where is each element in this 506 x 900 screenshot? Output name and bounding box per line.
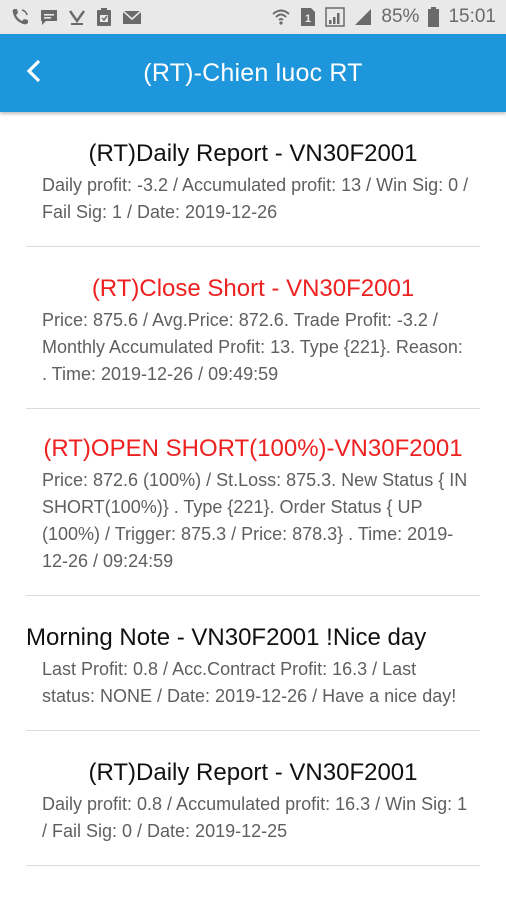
download-icon — [68, 7, 86, 27]
item-body: Daily profit: 0.8 / Accumulated profit: … — [42, 794, 468, 841]
item-body: Price: 872.6 (100%) / St.Loss: 875.3. Ne… — [42, 470, 468, 571]
page-title: (RT)-Chien luoc RT — [143, 58, 363, 87]
notification-icons — [10, 7, 142, 27]
item-title: (RT)Daily Report - VN30F2001 — [88, 140, 418, 167]
message-icon — [39, 7, 59, 27]
list-item[interactable]: (RT)Daily Report - VN30F2001 Daily profi… — [26, 112, 480, 247]
wifi-icon — [271, 8, 291, 26]
chevron-left-icon — [25, 59, 43, 88]
clock: 15:01 — [448, 6, 496, 27]
item-body: Last Profit: 0.8 / Acc.Contract Profit: … — [42, 659, 457, 706]
message-list: (RT)Daily Report - VN30F2001 Daily profi… — [0, 112, 506, 866]
item-title: (RT)Close Short - VN30F2001 — [91, 275, 415, 302]
item-title: Morning Note - VN30F2001 !Nice day — [26, 624, 427, 651]
signal-icon — [325, 7, 346, 27]
list-item[interactable]: Morning Note - VN30F2001 !Nice day Last … — [26, 596, 480, 731]
item-title: (RT)Daily Report - VN30F2001 — [88, 759, 418, 786]
item-body: Daily profit: -3.2 / Accumulated profit:… — [42, 175, 469, 222]
battery-percent: 85% — [381, 6, 420, 27]
sim-icon: 1 — [300, 7, 316, 27]
cell-signal-icon — [354, 8, 372, 26]
status-bar: 1 85% 15:01 — [0, 0, 506, 34]
item-body: Price: 875.6 / Avg.Price: 872.6. Trade P… — [42, 310, 463, 384]
phone-call-icon — [10, 7, 30, 27]
app-header: (RT)-Chien luoc RT — [0, 34, 506, 112]
clipboard-icon — [95, 7, 113, 27]
item-title: (RT)OPEN SHORT(100%)-VN30F2001 — [43, 435, 463, 462]
list-item[interactable]: (RT)Daily Report - VN30F2001 Daily profi… — [26, 731, 480, 866]
list-item[interactable]: (RT)OPEN SHORT(100%)-VN30F2001 Price: 87… — [26, 409, 480, 596]
system-status: 1 85% 15:01 — [271, 6, 496, 28]
list-item[interactable]: (RT)Close Short - VN30F2001 Price: 875.6… — [26, 247, 480, 409]
battery-icon — [428, 7, 440, 27]
mail-icon — [122, 8, 142, 26]
back-button[interactable] — [14, 56, 54, 90]
svg-text:1: 1 — [305, 13, 311, 25]
